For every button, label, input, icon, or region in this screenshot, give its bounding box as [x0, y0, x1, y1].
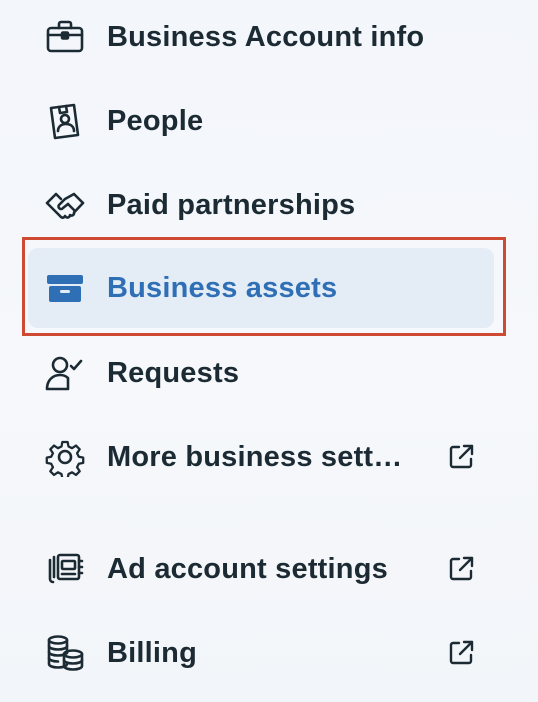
menu-item-label: Requests [107, 356, 240, 389]
menu-item-label: Billing [107, 636, 198, 669]
menu-item-label: More business sett… [107, 440, 403, 473]
menu-item-label: Business assets [107, 271, 338, 304]
ad-account-icon [44, 548, 86, 590]
menu-item-people[interactable]: People [28, 81, 494, 161]
id-badge-icon [44, 100, 86, 142]
settings-menu: Business Account info People Paid partne… [0, 0, 538, 702]
briefcase-icon [44, 16, 86, 58]
menu-item-business-account-info[interactable]: Business Account info [28, 0, 494, 77]
archive-box-icon [44, 267, 86, 309]
external-link-icon[interactable] [446, 638, 476, 668]
menu-item-label: Ad account settings [107, 552, 388, 585]
coins-stack-icon [44, 632, 86, 674]
handshake-icon [44, 184, 86, 226]
gear-icon [44, 436, 86, 478]
menu-item-ad-account-settings[interactable]: Ad account settings [28, 529, 494, 609]
menu-item-label: Business Account info [107, 20, 425, 53]
menu-item-business-assets[interactable]: Business assets [28, 248, 494, 328]
menu-item-paid-partnerships[interactable]: Paid partnerships [28, 165, 494, 245]
person-check-icon [44, 352, 86, 394]
menu-item-label: Paid partnerships [107, 188, 356, 221]
menu-item-billing[interactable]: Billing [28, 613, 494, 693]
external-link-icon[interactable] [446, 442, 476, 472]
menu-item-more-business-settings[interactable]: More business sett… [28, 417, 494, 497]
menu-item-requests[interactable]: Requests [28, 333, 494, 413]
external-link-icon[interactable] [446, 554, 476, 584]
menu-item-label: People [107, 104, 204, 137]
